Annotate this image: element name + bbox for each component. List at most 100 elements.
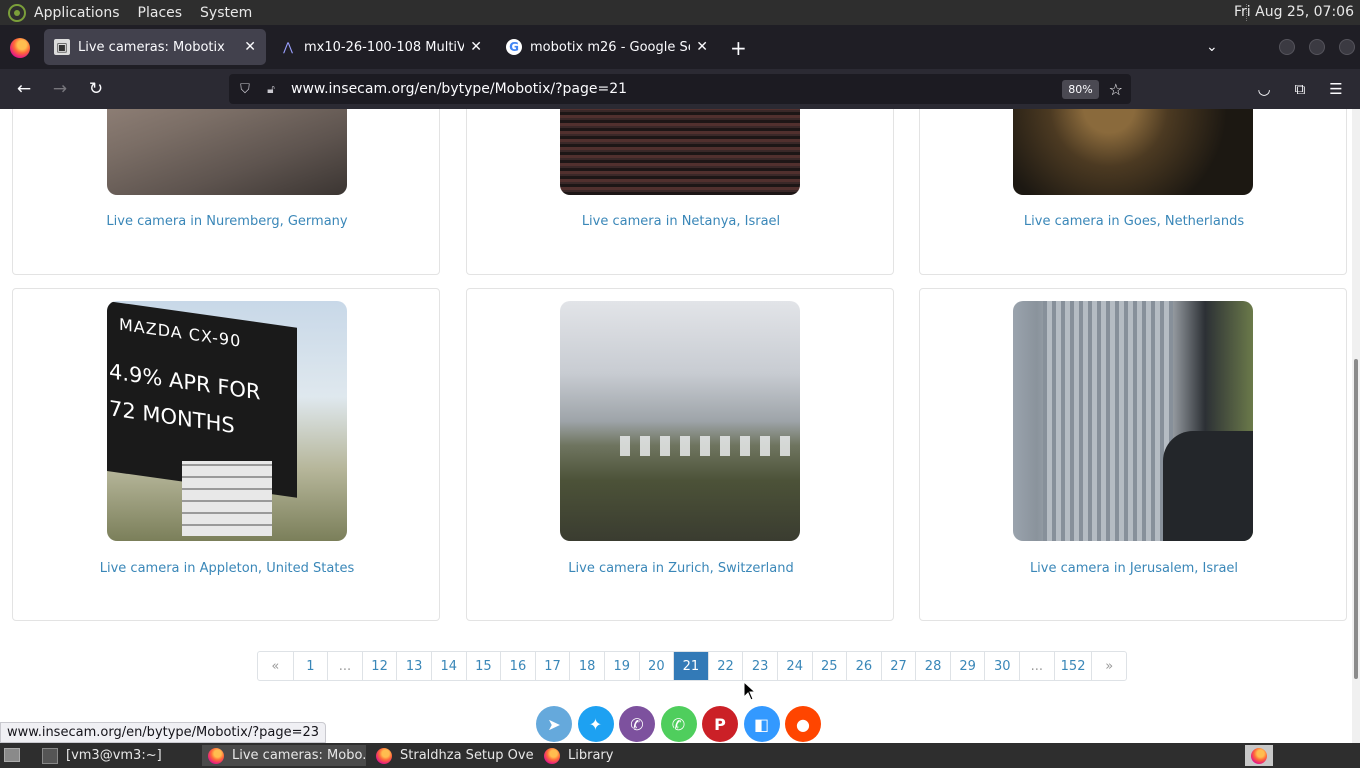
camera-link-appleton[interactable]: Live camera in Appleton, United States [77, 561, 377, 576]
page-link[interactable]: 13 [396, 652, 431, 680]
page-link[interactable]: 16 [500, 652, 535, 680]
url-bar[interactable]: ⛉ 🔓︎ www.insecam.org/en/bytype/Mobotix/?… [229, 74, 1131, 104]
camera-link-nuremberg[interactable]: Live camera in Nuremberg, Germany [77, 214, 377, 229]
google-icon: G [506, 39, 522, 55]
distro-logo-icon[interactable] [8, 3, 26, 22]
page-link[interactable]: 21 [673, 652, 708, 680]
page-link[interactable]: 1 [292, 652, 328, 680]
camera-thumbnail-goes[interactable] [1013, 109, 1253, 195]
camera-card: MAZDA CX-90 4.9% APR FOR 72 MONTHS Live … [12, 288, 440, 621]
url-text[interactable]: www.insecam.org/en/bytype/Mobotix/?page=… [291, 81, 1062, 97]
tab-title: Live cameras: Mobotix [78, 39, 225, 55]
tab-multiview[interactable]: ⋀ mx10-26-100-108 MultiView ✕ [270, 29, 492, 65]
whatsapp-share-icon[interactable]: ✆ [660, 706, 697, 742]
twitter-share-icon[interactable]: ✦ [577, 706, 614, 742]
reddit-share-icon[interactable]: ● [785, 706, 821, 742]
terminal-icon [42, 747, 58, 764]
menu-applications[interactable]: Applications [34, 5, 120, 21]
forward-arrow-icon[interactable]: → [50, 79, 70, 99]
firefox-view-icon[interactable] [10, 38, 30, 58]
page-link[interactable]: 26 [846, 652, 881, 680]
camera-link-goes[interactable]: Live camera in Goes, Netherlands [984, 214, 1284, 229]
extensions-puzzle-icon[interactable]: ⧉ [1290, 79, 1310, 99]
page-link[interactable]: 27 [880, 652, 916, 680]
page-link[interactable]: 18 [569, 652, 604, 680]
scrollbar-thumb[interactable] [1354, 359, 1358, 679]
show-desktop-icon[interactable] [4, 748, 20, 762]
tab-google-search[interactable]: G mobotix m26 - Google Search ✕ [496, 29, 718, 65]
camera-thumbnail-zurich[interactable] [560, 301, 800, 541]
menu-system[interactable]: System [200, 5, 252, 21]
page-link[interactable]: ... [327, 652, 362, 680]
link-hover-status: www.insecam.org/en/bytype/Mobotix/?page=… [0, 722, 327, 743]
camera-thumbnail-nuremberg[interactable] [107, 109, 347, 195]
task-terminal[interactable]: [vm3@vm3:~] [36, 745, 196, 766]
page-scrollbar[interactable] [1352, 109, 1360, 743]
insecure-lock-icon[interactable]: 🔓︎ [263, 80, 279, 98]
back-arrow-icon[interactable]: ← [14, 79, 34, 99]
pagination: «1... 12 13 14 15 16 17 18 19 20 21 22 23 24 25 26 27 28 2… [257, 651, 1128, 681]
tab-title: mobotix m26 - Google Search [530, 39, 690, 55]
camera-thumbnail-netanya[interactable] [560, 109, 800, 195]
hamburger-menu-icon[interactable]: ☰ [1326, 79, 1346, 99]
reload-icon[interactable]: ↻ [86, 79, 106, 99]
task-library[interactable]: Library [538, 745, 638, 766]
tray-firefox[interactable] [1245, 745, 1273, 766]
page-link[interactable]: 28 [915, 652, 950, 680]
page-link[interactable]: 25 [811, 652, 847, 680]
pinterest-share-icon[interactable]: P [702, 706, 738, 742]
tracking-protection-shield-icon[interactable]: ⛉ [237, 80, 253, 98]
page-link[interactable]: 19 [603, 652, 639, 680]
viber-share-icon[interactable]: ✆ [619, 706, 655, 742]
camera-link-jerusalem[interactable]: Live camera in Jerusalem, Israel [984, 561, 1284, 576]
camera-link-netanya[interactable]: Live camera in Netanya, Israel [531, 214, 831, 229]
page-link[interactable]: 152 [1053, 652, 1092, 680]
telegram-share-icon[interactable]: ➤ [536, 706, 572, 742]
parked-car [1163, 431, 1253, 541]
camera-card: Live camera in Zurich, Switzerland [466, 288, 894, 621]
page-link[interactable]: 24 [776, 652, 812, 680]
page-link[interactable]: 15 [465, 652, 501, 680]
bookmark-star-icon[interactable]: ☆ [1109, 80, 1123, 99]
maximize-window-icon[interactable] [1309, 39, 1325, 55]
top-panel: Applications Places System Fri Aug 25, 0… [0, 0, 1360, 25]
mouse-cursor-icon [743, 681, 757, 701]
page-link[interactable]: 30 [984, 652, 1019, 680]
tab-close-icon[interactable]: ✕ [470, 39, 482, 55]
page-link[interactable]: 17 [534, 652, 570, 680]
mobotix-icon: ⋀ [283, 40, 293, 54]
metal-shutter [1043, 301, 1173, 541]
page-link[interactable]: 14 [430, 652, 466, 680]
page-link[interactable]: 29 [949, 652, 985, 680]
camera-card: Live camera in Jerusalem, Israel [919, 288, 1347, 621]
camera-link-zurich[interactable]: Live camera in Zurich, Switzerland [531, 561, 831, 576]
page-link[interactable]: 22 [707, 652, 743, 680]
page-link[interactable]: 23 [742, 652, 777, 680]
zoom-level-badge[interactable]: 80% [1062, 79, 1099, 99]
firefox-icon [1251, 747, 1267, 764]
task-firefox-cameras[interactable]: Live cameras: Mobo... [202, 745, 366, 766]
delicious-share-icon[interactable]: ◧ [743, 706, 780, 742]
billboard-grid [182, 461, 272, 536]
page-link[interactable]: 12 [361, 652, 397, 680]
tab-close-icon[interactable]: ✕ [244, 39, 256, 55]
page-link[interactable]: » [1091, 652, 1126, 680]
tab-live-cameras[interactable]: ▣ Live cameras: Mobotix ✕ [44, 29, 266, 65]
camera-site-icon: ▣ [54, 39, 70, 55]
camera-thumbnail-appleton[interactable]: MAZDA CX-90 4.9% APR FOR 72 MONTHS [107, 301, 347, 541]
close-window-icon[interactable] [1339, 39, 1355, 55]
camera-card: Live camera in Netanya, Israel [466, 109, 894, 275]
list-all-tabs-chevron-icon[interactable]: ⌄ [1206, 39, 1220, 55]
firefox-icon [208, 747, 224, 764]
clock[interactable]: Fri Aug 25, 07:06 [1234, 4, 1354, 20]
camera-thumbnail-jerusalem[interactable] [1013, 301, 1253, 541]
task-firefox-straldhza[interactable]: Straldhza Setup Ove... [370, 745, 534, 766]
page-link[interactable]: ... [1019, 652, 1054, 680]
new-tab-plus-icon[interactable]: + [730, 36, 747, 60]
page-link[interactable]: 20 [638, 652, 674, 680]
menu-places[interactable]: Places [138, 5, 183, 21]
tab-close-icon[interactable]: ✕ [696, 39, 708, 55]
pocket-icon[interactable]: ◡ [1254, 79, 1274, 99]
minimize-window-icon[interactable] [1279, 39, 1295, 55]
page-link[interactable]: « [258, 652, 293, 680]
